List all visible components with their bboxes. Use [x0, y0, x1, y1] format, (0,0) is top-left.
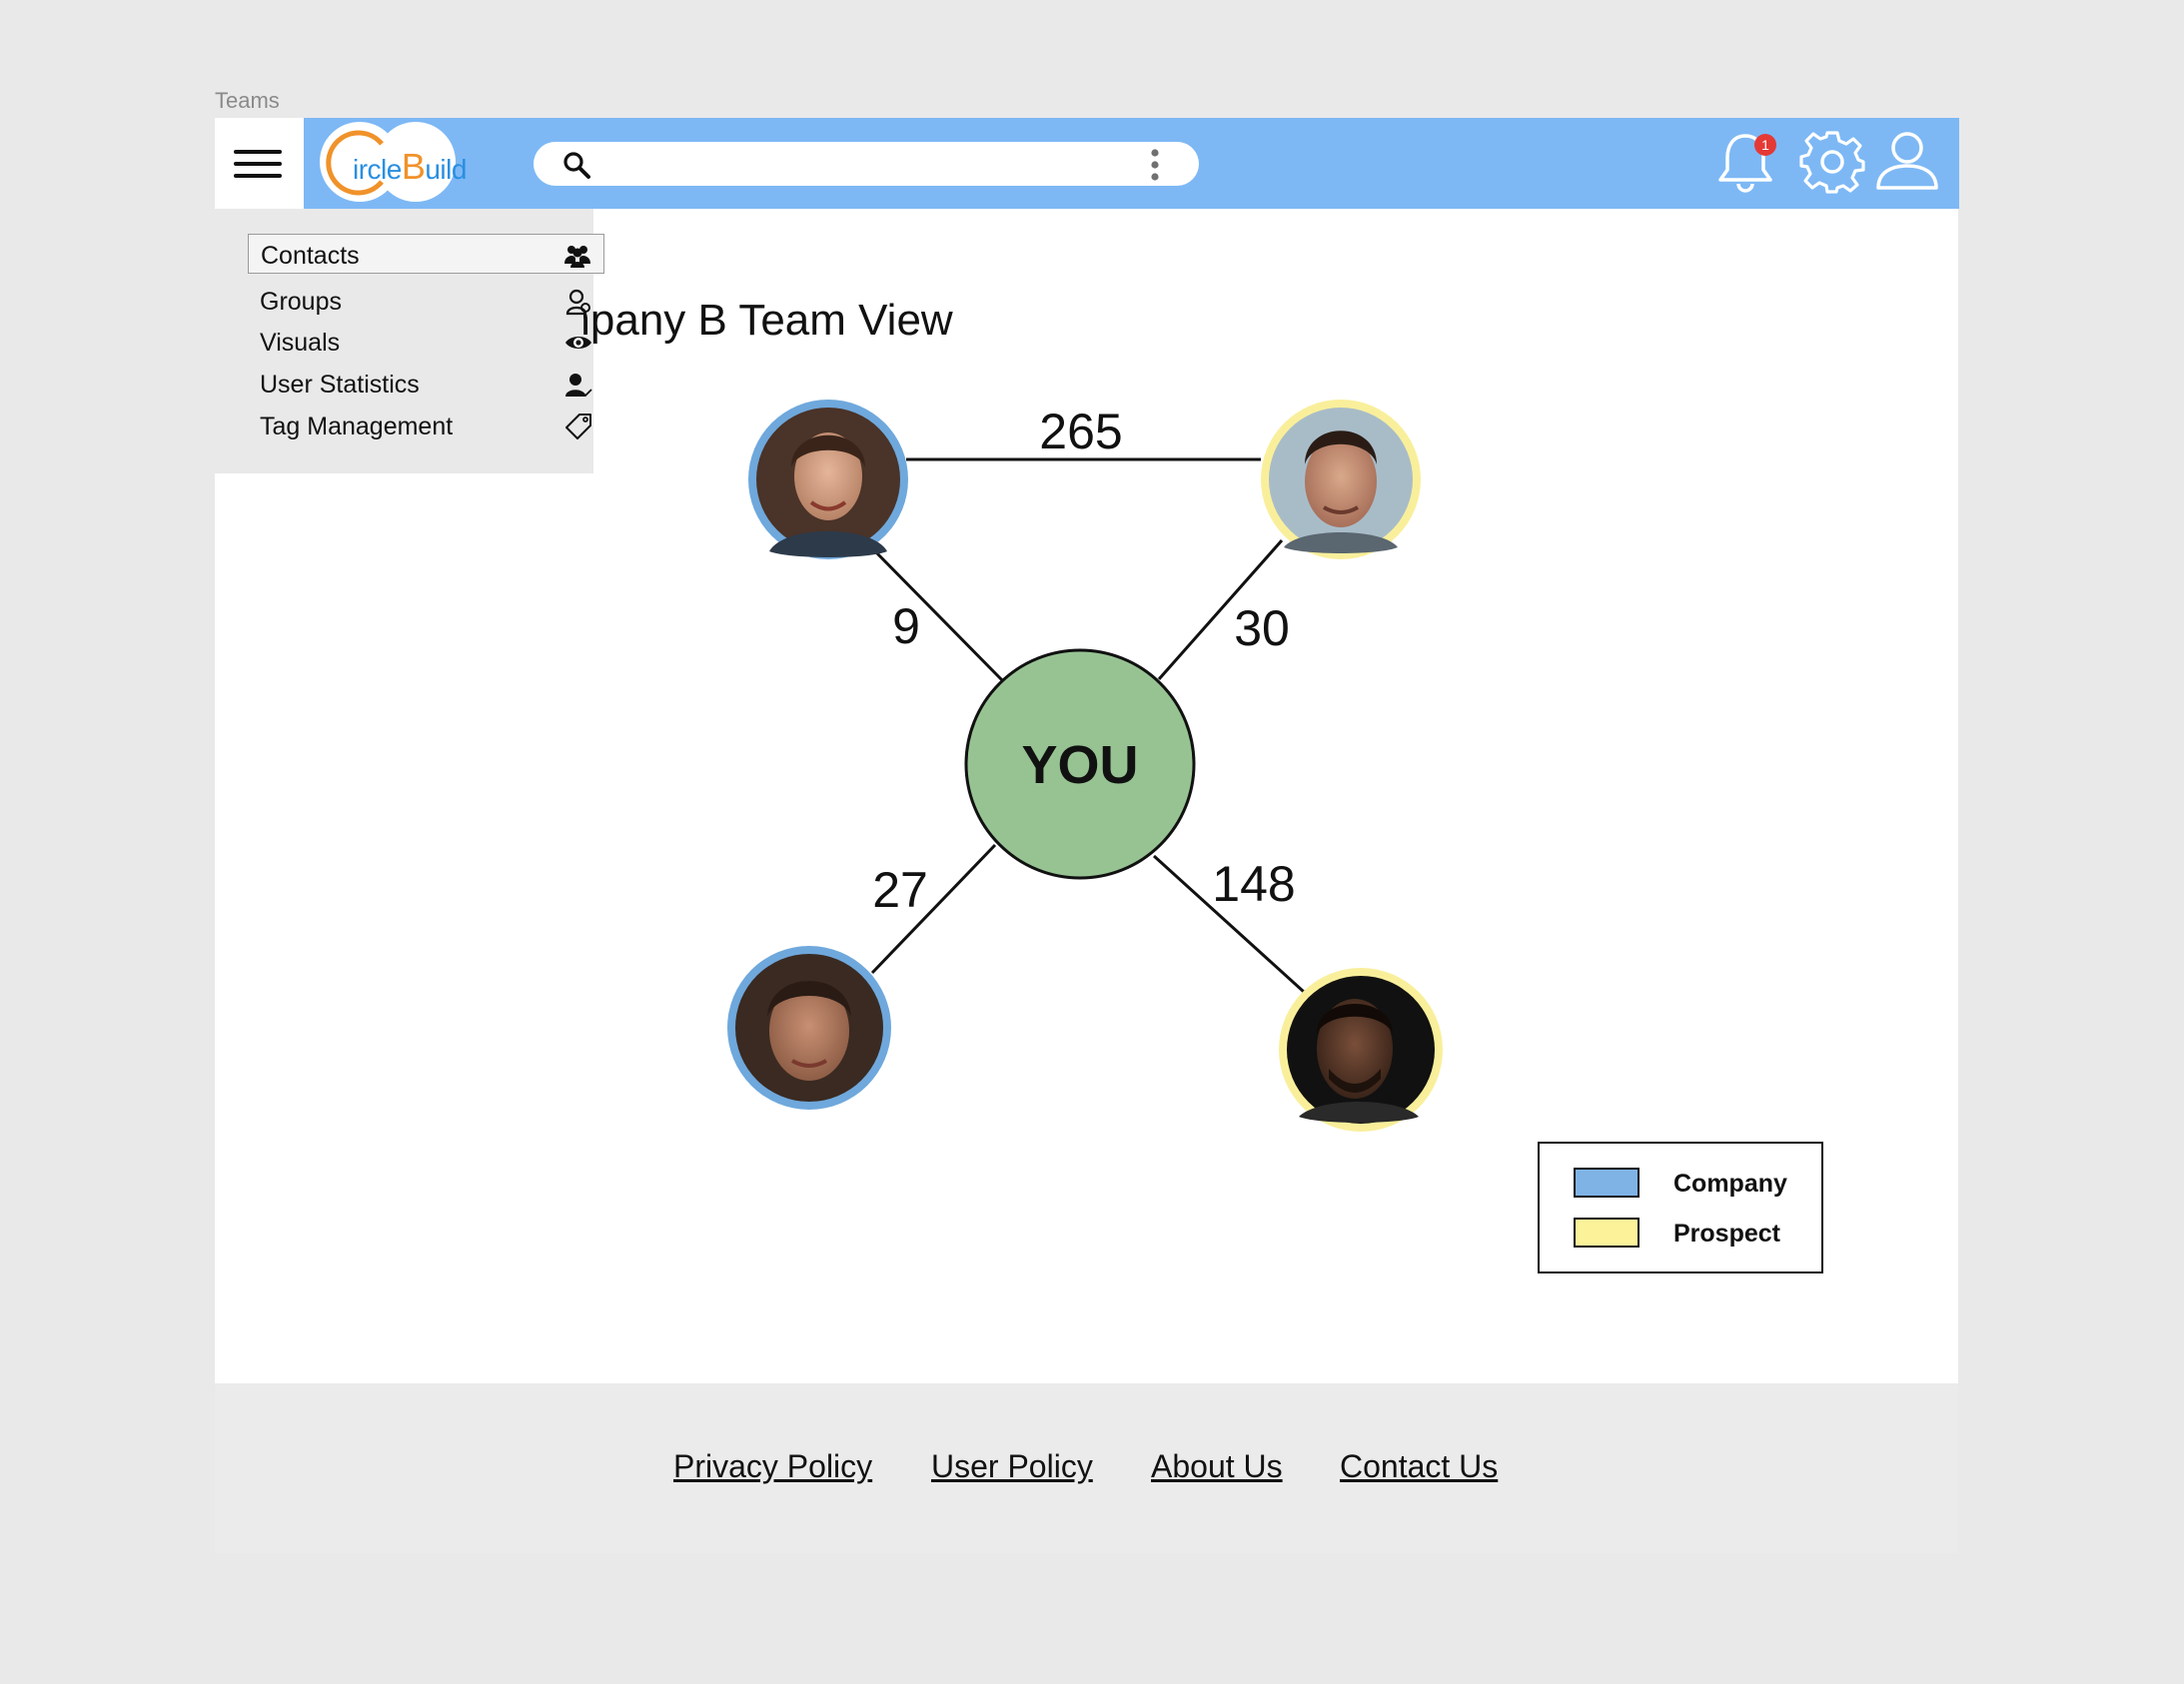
legend-label: Company [1673, 1170, 1787, 1198]
person-avatar-prospect[interactable] [1279, 968, 1443, 1132]
legend-swatch-company [1574, 1168, 1639, 1198]
legend-swatch-prospect [1574, 1218, 1639, 1248]
person-avatar-company[interactable] [748, 400, 908, 559]
edge-label: 265 [1039, 404, 1122, 459]
about-us-link[interactable]: About Us [1151, 1448, 1283, 1485]
contact-us-link[interactable]: Contact Us [1340, 1448, 1498, 1485]
you-node[interactable]: YOU [964, 648, 1196, 880]
edge-label: 30 [1234, 600, 1290, 656]
edge-label: 148 [1212, 856, 1295, 912]
user-policy-link[interactable]: User Policy [931, 1448, 1093, 1485]
legend: Company Prospect [1538, 1142, 1823, 1273]
person-avatar-company[interactable] [727, 946, 891, 1110]
edge-label: 9 [892, 598, 920, 654]
edge-label: 27 [872, 862, 928, 918]
person-avatar-prospect[interactable] [1261, 400, 1421, 559]
legend-label: Prospect [1673, 1220, 1780, 1248]
you-label: YOU [1021, 735, 1138, 795]
privacy-policy-link[interactable]: Privacy Policy [673, 1448, 872, 1485]
footer: Privacy Policy User Policy About Us Cont… [215, 1383, 1958, 1553]
